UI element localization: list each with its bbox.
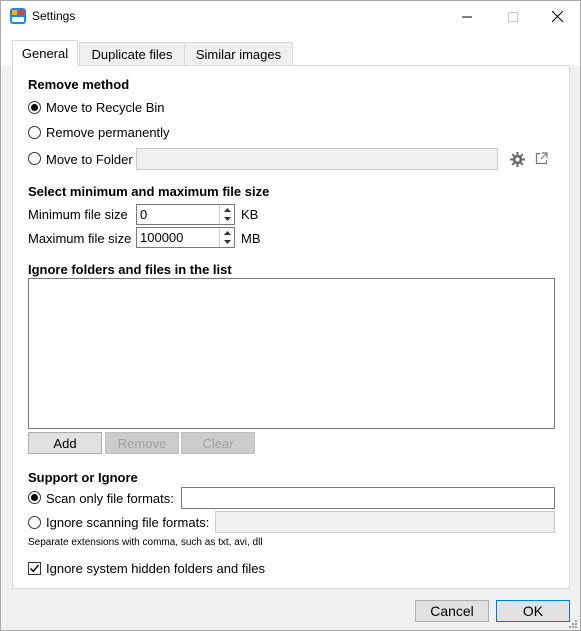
tab-general[interactable]: General <box>12 40 78 66</box>
max-size-unit: MB <box>241 231 261 246</box>
folder-path-input[interactable] <box>136 148 498 170</box>
radio-recycle-bin[interactable] <box>28 101 41 114</box>
radio-move-to-folder[interactable] <box>28 152 41 165</box>
spin-down-icon[interactable] <box>220 237 234 246</box>
max-size-spinner[interactable]: 100000 <box>136 227 235 248</box>
min-size-spin-buttons[interactable] <box>219 205 234 224</box>
remove-button-label: Remove <box>117 435 167 451</box>
general-panel: Remove method Move to Recycle Bin Remove… <box>12 65 570 589</box>
close-icon <box>551 11 563 22</box>
gear-icon[interactable] <box>510 152 525 167</box>
scan-only-label[interactable]: Scan only file formats: <box>46 491 174 506</box>
spin-down-icon[interactable] <box>220 214 234 223</box>
close-button[interactable] <box>534 1 580 32</box>
open-external-icon[interactable] <box>535 152 548 165</box>
remove-button[interactable]: Remove <box>105 432 179 454</box>
radio-remove-permanently[interactable] <box>28 126 41 139</box>
move-to-folder-label[interactable]: Move to Folder <box>46 152 133 167</box>
max-size-value: 100000 <box>140 230 184 245</box>
ignore-list-box[interactable] <box>28 278 555 429</box>
min-size-unit: KB <box>241 207 259 222</box>
scan-only-formats-input[interactable] <box>181 487 555 509</box>
resize-grip-icon[interactable] <box>567 618 578 629</box>
remove-permanently-label[interactable]: Remove permanently <box>46 125 170 140</box>
clear-button-label: Clear <box>202 435 234 451</box>
remove-method-title: Remove method <box>28 77 130 92</box>
ignore-hidden-checkbox[interactable] <box>28 562 41 575</box>
min-size-spinner[interactable]: 0 <box>136 204 235 225</box>
app-icon <box>10 8 26 24</box>
window-title: Settings <box>32 9 76 23</box>
minimize-icon <box>462 16 472 17</box>
ignore-hidden-label[interactable]: Ignore system hidden folders and files <box>46 561 265 576</box>
tab-duplicate-files[interactable]: Duplicate files <box>79 42 185 65</box>
max-size-spin-buttons[interactable] <box>219 228 234 247</box>
tab-general-label: General <box>21 46 69 61</box>
tab-duplicate-files-label: Duplicate files <box>91 46 173 62</box>
ignore-formats-label[interactable]: Ignore scanning file formats: <box>46 515 209 530</box>
settings-window: Settings General Duplicate files Similar… <box>0 0 581 631</box>
add-button[interactable]: Add <box>28 432 102 454</box>
spin-up-icon[interactable] <box>220 205 234 214</box>
radio-scan-only[interactable] <box>28 491 41 504</box>
checkmark-icon <box>30 564 40 573</box>
tab-similar-images-label: Similar images <box>195 46 282 62</box>
spin-up-icon[interactable] <box>220 228 234 237</box>
cancel-button-label: Cancel <box>430 603 474 619</box>
maximize-button <box>490 1 536 32</box>
add-button-label: Add <box>53 435 77 451</box>
min-size-label: Minimum file size <box>28 207 128 222</box>
min-size-value: 0 <box>140 207 148 222</box>
recycle-bin-label[interactable]: Move to Recycle Bin <box>46 100 165 115</box>
minimize-button[interactable] <box>444 1 490 32</box>
support-title: Support or Ignore <box>28 470 138 485</box>
max-size-label: Maximum file size <box>28 231 132 246</box>
ok-button[interactable]: OK <box>496 600 570 622</box>
ignore-list-title: Ignore folders and files in the list <box>28 262 232 277</box>
file-size-title: Select minimum and maximum file size <box>28 184 270 199</box>
maximize-icon <box>508 11 518 22</box>
clear-button[interactable]: Clear <box>181 432 255 454</box>
cancel-button[interactable]: Cancel <box>415 600 489 622</box>
radio-ignore-formats[interactable] <box>28 516 41 529</box>
tab-similar-images[interactable]: Similar images <box>184 42 293 65</box>
title-bar: Settings <box>1 1 580 32</box>
ignore-formats-input[interactable] <box>215 511 555 533</box>
extensions-note: Separate extensions with comma, such as … <box>28 537 263 548</box>
ok-button-label: OK <box>522 603 544 619</box>
